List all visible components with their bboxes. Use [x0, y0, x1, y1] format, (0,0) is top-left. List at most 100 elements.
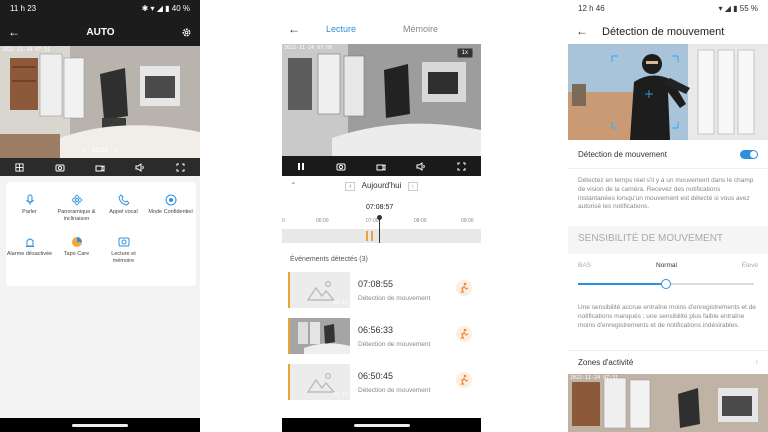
event-desc: Détection de mouvement — [358, 341, 431, 348]
motion-detection-toggle[interactable] — [740, 150, 758, 159]
date-next-button[interactable]: › — [407, 182, 418, 191]
date-selector: ⌃ ‹ Aujourd'hui › — [282, 181, 481, 195]
sensitivity-normal: Normal — [656, 262, 677, 269]
feature-talk[interactable]: Parler — [6, 194, 53, 216]
tab-memory[interactable]: Mémoire — [403, 24, 438, 34]
back-arrow-icon[interactable]: ← — [8, 25, 20, 39]
feature-pan-tilt[interactable]: Panoramique & inclinaison — [53, 194, 100, 222]
gear-icon[interactable] — [181, 27, 192, 38]
phone-icon — [118, 194, 130, 206]
activity-zones-row[interactable]: Zones d'activité › — [568, 350, 768, 374]
feature-playback-memory[interactable]: Lecture et mémoire — [100, 236, 147, 264]
fullscreen-icon[interactable] — [457, 162, 466, 171]
alarm-icon — [24, 236, 36, 248]
privacy-icon — [165, 194, 177, 206]
date-label[interactable]: Aujourd'hui — [362, 181, 402, 190]
speaker-icon[interactable] — [416, 161, 426, 171]
playback-video[interactable]: 2022-11-24 07:08 1x — [282, 44, 481, 156]
event-marker — [366, 231, 368, 241]
back-arrow-icon[interactable]: ← — [288, 22, 300, 36]
event-time: 07:08:55 — [358, 279, 394, 289]
fullscreen-icon[interactable] — [176, 163, 185, 172]
sensitivity-slider[interactable] — [578, 279, 754, 289]
record-icon[interactable] — [95, 163, 105, 172]
back-arrow-icon[interactable]: ← — [576, 24, 588, 38]
burglar-illustration-image — [568, 44, 768, 140]
pager-next[interactable]: > — [114, 147, 118, 154]
playback-controls — [282, 156, 481, 176]
resolution-title[interactable]: AUTO — [86, 27, 114, 38]
event-duration: 01:14 — [332, 300, 348, 306]
running-person-icon — [456, 326, 472, 342]
tick-label: 08:00 — [414, 218, 427, 224]
system-nav-bar — [0, 418, 200, 432]
playback-header: ← Lecture Mémoire — [282, 14, 481, 48]
motion-illustration — [568, 44, 768, 140]
sensitivity-high: Élevé — [741, 262, 758, 269]
event-thumbnail: 01:12 — [288, 364, 350, 400]
status-bar: 11 h 23 ✱ ▾ ◢ ▮ 40 % — [10, 4, 190, 16]
video-timestamp: 2022-11-24 07:08 — [284, 45, 333, 51]
pause-icon[interactable] — [297, 162, 305, 171]
layout-icon[interactable] — [15, 162, 24, 172]
collapse-chevron-icon[interactable]: ⌃ — [290, 181, 297, 190]
events-title: Événements détectés (3) — [290, 256, 368, 263]
event-snapshot-image — [290, 318, 350, 354]
pager-prev[interactable]: < — [82, 147, 86, 154]
video-timestamp: 2022-11-24 07:31 — [570, 375, 619, 381]
section-header: SENSIBILITÉ DE MOUVEMENT — [568, 226, 768, 254]
running-person-icon — [456, 280, 472, 296]
event-time: 06:50:45 — [358, 371, 394, 381]
feature-voice-call[interactable]: Appel vocal — [100, 194, 147, 216]
running-person-icon — [456, 372, 472, 388]
tab-playback[interactable]: Lecture — [326, 24, 356, 34]
record-icon[interactable] — [376, 162, 386, 171]
feature-label: Panoramique & inclinaison — [57, 209, 96, 222]
event-item[interactable]: 01:14 07:08:55 Détection de mouvement — [288, 272, 476, 310]
tick-label: 06:00 — [316, 218, 329, 224]
video-controls — [0, 158, 200, 176]
event-desc: Détection de mouvement — [358, 387, 431, 394]
cursor-time: 07:08:57 — [366, 204, 394, 211]
timeline[interactable]: 07:08:57 0 06:00 07:00 08:00 09:00 — [282, 198, 481, 248]
camera-icon[interactable] — [55, 163, 65, 172]
zones-label: Zones d'activité — [578, 358, 634, 367]
event-item[interactable]: 01:12 06:50:45 Détection de mouvement — [288, 364, 476, 402]
event-desc: Détection de mouvement — [358, 295, 431, 302]
status-right: ▾ ◢ ▮ 55 % — [718, 4, 758, 13]
activity-zone-preview[interactable]: 2022-11-24 07:31 — [568, 374, 768, 432]
slider-handle[interactable] — [661, 279, 671, 289]
playback-icon — [118, 236, 130, 248]
live-view-screen: 11 h 23 ✱ ▾ ◢ ▮ 40 % ← AUTO 2022-11-24 0… — [0, 0, 200, 432]
home-indicator[interactable] — [72, 424, 128, 427]
feature-privacy-mode[interactable]: Mode Confidentiel — [147, 194, 194, 216]
battery-level: 55 % — [739, 4, 758, 13]
features-panel: Parler Panoramique & inclinaison Appel v… — [6, 182, 196, 286]
cursor-handle[interactable] — [377, 215, 382, 220]
speaker-icon[interactable] — [135, 162, 145, 172]
status-right: ✱ ▾ ◢ ▮ 40 % — [141, 4, 190, 13]
status-time: 12 h 46 — [578, 4, 605, 13]
status-bar: 12 h 46 ▾ ◢ ▮ 55 % — [578, 4, 758, 16]
home-indicator[interactable] — [353, 424, 410, 427]
date-prev-button[interactable]: ‹ — [345, 182, 356, 191]
event-item[interactable]: 06:56:33 Détection de mouvement — [288, 318, 476, 356]
zone-preview-image — [568, 374, 768, 432]
feature-label: Alarme désactivée — [6, 251, 53, 257]
camera-icon[interactable] — [336, 162, 346, 171]
tick-label: 0 — [282, 218, 285, 224]
divider — [568, 168, 768, 169]
live-video-feed[interactable]: 2022-11-24 07:31 < 01/32 > — [0, 46, 200, 158]
title-bar: ← Détection de mouvement — [568, 20, 768, 44]
pager-label: 01/32 — [91, 147, 109, 154]
speed-badge[interactable]: 1x — [456, 48, 473, 58]
feature-alarm[interactable]: Alarme désactivée — [6, 236, 53, 258]
tapo-care-icon — [71, 236, 83, 248]
feature-tapo-care[interactable]: Tapo Care — [53, 236, 100, 258]
slider-fill — [578, 283, 666, 285]
motion-detection-row: Détection de mouvement — [578, 150, 758, 162]
event-thumbnail — [288, 318, 350, 354]
timeline-cursor[interactable] — [379, 217, 380, 243]
feature-label: Parler — [22, 209, 37, 215]
camera-scene-image — [0, 46, 200, 158]
